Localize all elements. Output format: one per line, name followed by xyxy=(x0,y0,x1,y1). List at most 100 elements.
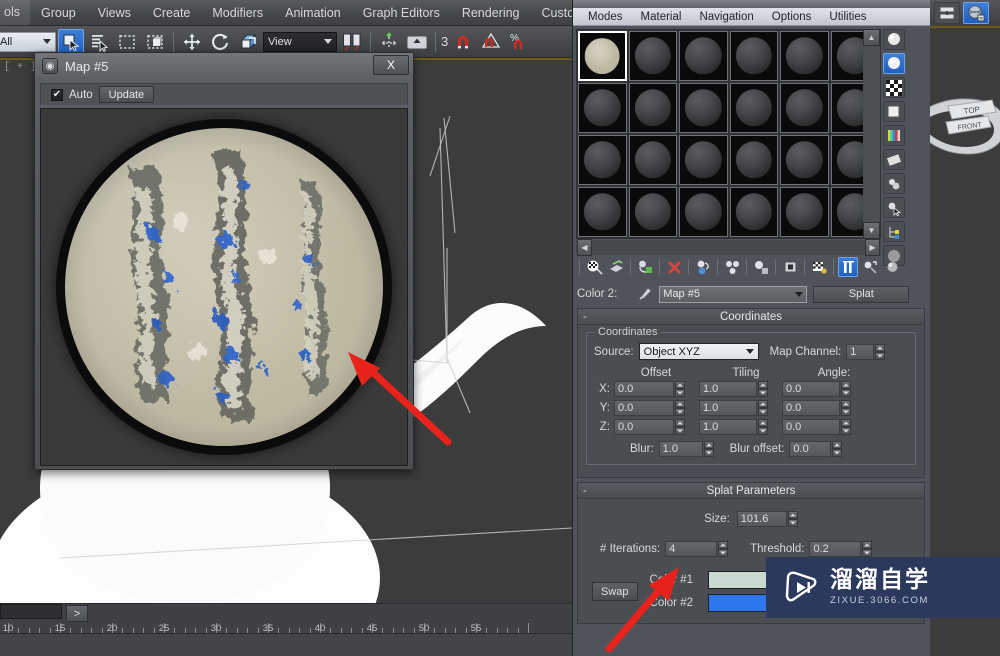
sample-slot[interactable] xyxy=(628,83,677,133)
menu-item-animation[interactable]: Animation xyxy=(274,2,352,24)
angle-x-spinner[interactable] xyxy=(841,381,851,397)
sample-slot[interactable] xyxy=(578,187,627,237)
map-channel-value[interactable]: 1 xyxy=(846,343,875,360)
menu-item-graph-editors[interactable]: Graph Editors xyxy=(352,2,451,24)
blur-field[interactable]: 1.0 xyxy=(658,441,703,457)
color1-swatch[interactable] xyxy=(707,571,770,589)
sample-slot[interactable] xyxy=(679,31,728,81)
swap-colors-button[interactable]: Swap xyxy=(592,582,638,601)
reset-map-button[interactable] xyxy=(664,257,684,277)
video-color-check-button[interactable] xyxy=(883,125,905,146)
sample-slot[interactable] xyxy=(578,31,627,81)
collapse-icon[interactable]: - xyxy=(583,311,587,323)
map-type-button[interactable]: Splat xyxy=(813,285,910,303)
threshold-spinner[interactable] xyxy=(862,541,873,557)
material-editor-button[interactable] xyxy=(963,2,989,24)
sample-slot[interactable] xyxy=(780,135,829,185)
offset-y-field[interactable]: 0.0 xyxy=(614,400,674,416)
menu-item-create[interactable]: Create xyxy=(142,2,202,24)
tiling-x-field[interactable]: 1.0 xyxy=(699,381,757,397)
offset-y-spinner[interactable] xyxy=(675,400,685,416)
angle-y-field[interactable]: 0.0 xyxy=(782,400,840,416)
sample-slot[interactable] xyxy=(578,83,627,133)
select-by-name-button[interactable] xyxy=(86,29,112,55)
tiling-y-spinner[interactable] xyxy=(758,400,768,416)
sample-slot[interactable] xyxy=(679,83,728,133)
menu-item-rendering[interactable]: Rendering xyxy=(451,2,531,24)
sample-slot[interactable] xyxy=(729,187,778,237)
sample-slot[interactable] xyxy=(780,31,829,81)
percent-snap-toggle-button[interactable]: % xyxy=(506,29,532,55)
sample-slot[interactable] xyxy=(729,135,778,185)
angle-snap-toggle-button[interactable] xyxy=(478,29,504,55)
update-button[interactable]: Update xyxy=(98,86,155,103)
material-map-navigator-button[interactable] xyxy=(883,221,905,242)
align-button[interactable] xyxy=(376,29,402,55)
scroll-left-icon[interactable]: ◀ xyxy=(577,239,592,256)
scroll-right-icon[interactable]: ▶ xyxy=(865,239,880,256)
go-forward-to-sibling-button[interactable] xyxy=(882,257,902,277)
next-frame-button[interactable]: > xyxy=(66,605,88,622)
tiling-z-field[interactable]: 1.0 xyxy=(699,419,757,435)
offset-x-spinner[interactable] xyxy=(675,381,685,397)
sample-slot[interactable] xyxy=(628,187,677,237)
source-select[interactable]: Object XYZ xyxy=(638,343,759,360)
window-crossing-toggle-button[interactable] xyxy=(142,29,168,55)
show-end-result-button[interactable] xyxy=(838,257,858,277)
snaps-toggle-button[interactable] xyxy=(450,29,476,55)
select-and-scale-button[interactable] xyxy=(235,29,261,55)
named-selection-sets-button[interactable] xyxy=(934,2,960,24)
timeline-bar[interactable]: > 10 15 20 25 30 35 40 45 50 55 xyxy=(0,603,572,634)
angle-y-spinner[interactable] xyxy=(841,400,851,416)
blur-offset-spinner[interactable] xyxy=(832,441,843,457)
collapse-icon[interactable]: - xyxy=(583,485,587,497)
put-to-library-button[interactable] xyxy=(751,257,771,277)
put-material-to-scene-button[interactable] xyxy=(606,257,626,277)
threshold-field[interactable]: 0.2 xyxy=(809,541,862,557)
make-unique-button[interactable] xyxy=(722,257,742,277)
sample-slot[interactable] xyxy=(729,83,778,133)
scroll-up-icon[interactable]: ▲ xyxy=(863,29,880,46)
me-menu-options[interactable]: Options xyxy=(763,11,821,23)
splat-map-preview[interactable] xyxy=(40,108,408,466)
menu-item-modifiers[interactable]: Modifiers xyxy=(201,2,274,24)
map-preview-floater-window[interactable]: ◉ Map #5 X ✔ Auto Update xyxy=(34,52,414,470)
backlight-button[interactable] xyxy=(883,53,905,74)
iterations-spinner[interactable] xyxy=(718,541,729,557)
select-object-button[interactable] xyxy=(58,28,84,55)
floater-titlebar[interactable]: ◉ Map #5 X xyxy=(35,53,413,79)
select-and-rotate-button[interactable] xyxy=(207,29,233,55)
assign-material-to-selection-button[interactable] xyxy=(635,257,655,277)
map-name-dropdown[interactable]: Map #5 xyxy=(659,285,808,303)
menu-item-views[interactable]: Views xyxy=(87,2,142,24)
tiling-y-field[interactable]: 1.0 xyxy=(699,400,757,416)
size-field[interactable]: 101.6 xyxy=(736,511,787,527)
sample-slot[interactable] xyxy=(628,135,677,185)
close-icon[interactable]: X xyxy=(373,55,409,75)
coordinates-rollout-header[interactable]: - Coordinates xyxy=(578,309,924,325)
sample-slot[interactable] xyxy=(679,187,728,237)
select-by-material-button[interactable] xyxy=(883,197,905,218)
tiling-x-spinner[interactable] xyxy=(758,381,768,397)
make-material-copy-button[interactable] xyxy=(693,257,713,277)
sample-slot[interactable] xyxy=(679,135,728,185)
me-menu-material[interactable]: Material xyxy=(632,11,691,23)
blur-spinner[interactable] xyxy=(703,441,714,457)
menu-item-tools[interactable]: ols xyxy=(0,0,30,25)
scroll-down-icon[interactable]: ▼ xyxy=(863,222,880,239)
sample-slot[interactable] xyxy=(628,31,677,81)
iterations-field[interactable]: 4 xyxy=(665,541,718,557)
angle-x-field[interactable]: 0.0 xyxy=(782,381,840,397)
viewport-right-sliver[interactable]: TOP FRONT xyxy=(930,26,1000,603)
splat-rollout-header[interactable]: - Splat Parameters xyxy=(578,483,924,499)
sample-type-button[interactable] xyxy=(883,29,905,50)
get-material-button[interactable] xyxy=(584,257,604,277)
select-and-move-button[interactable] xyxy=(179,29,205,55)
material-editor-titlebar[interactable] xyxy=(573,0,930,8)
tiling-z-spinner[interactable] xyxy=(758,419,768,435)
map-channel-spinner[interactable] xyxy=(875,343,886,360)
layer-manager-button[interactable] xyxy=(404,29,430,55)
eyedropper-icon[interactable] xyxy=(637,286,653,302)
color2-swatch[interactable] xyxy=(707,594,770,612)
me-menu-navigation[interactable]: Navigation xyxy=(690,11,762,23)
